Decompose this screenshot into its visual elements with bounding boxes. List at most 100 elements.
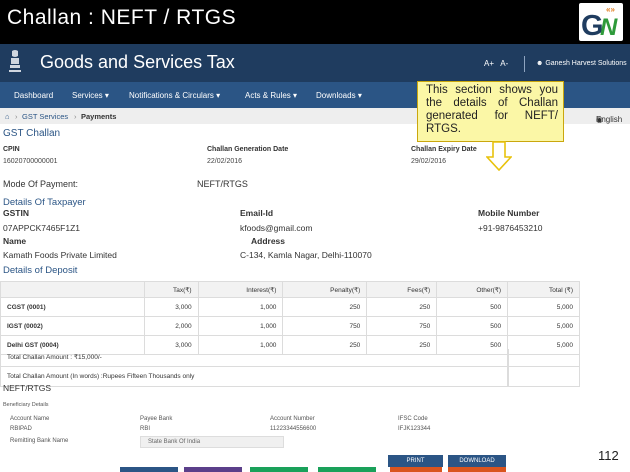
home-icon[interactable]: ⌂ [5, 112, 10, 121]
caret-down-icon: ▾ [293, 91, 298, 100]
deposit-heading: Details of Deposit [3, 265, 78, 276]
table-cell: 2,000 [143, 316, 199, 336]
site-header: Goods and Services Tax A+ A- ☻ Ganesh Ha… [0, 44, 630, 82]
table-cell: CGST (0001) [0, 297, 145, 317]
table-cell: 5,000 [507, 316, 580, 336]
gsn-logo: G N «» [579, 3, 623, 41]
nav-dashboard[interactable]: Dashboard [14, 91, 53, 100]
caret-down-icon: ▾ [104, 91, 109, 100]
payee-bank-value: RBI [140, 426, 151, 432]
challan-expiry-date-value: 29/02/2016 [411, 158, 447, 165]
account-number-label: Account Number [270, 416, 315, 422]
ifsc-code-label: IFSC Code [398, 416, 428, 422]
table-cell: 5,000 [507, 297, 580, 317]
column-header: Fees(₹) [366, 281, 438, 298]
beneficiary-details-heading: Beneficiary Details [3, 402, 49, 408]
footer-button[interactable] [390, 467, 442, 472]
account-number-value: 11223344556600 [270, 426, 317, 432]
font-increase-button[interactable]: A+ [484, 59, 494, 68]
nav-notifications[interactable]: Notifications & Circulars ▾ [129, 91, 220, 100]
name-label: Name [3, 236, 27, 246]
user-icon: ☻ [536, 60, 544, 67]
footer-button[interactable] [120, 467, 178, 472]
header-divider [524, 56, 525, 72]
slide: Challan : NEFT / RTGS G N «» Goods and S… [0, 0, 630, 472]
table-cell: IGST (0002) [0, 316, 145, 336]
table-header-row: Tax(₹) Interest(₹) Penalty(₹) Fees(₹) Ot… [0, 281, 580, 298]
deposit-table: Tax(₹) Interest(₹) Penalty(₹) Fees(₹) Ot… [0, 281, 580, 355]
nav-services[interactable]: Services ▾ [72, 91, 109, 100]
challan-generation-date-label: Challan Generation Date [207, 146, 289, 153]
breadcrumb-separator: › [74, 112, 77, 121]
total-challan-amount: Total Challan Amount : ₹15,000/- [7, 354, 102, 361]
table-cell: 1,000 [197, 297, 284, 317]
gstin-value: 07APPCK7465F1Z1 [3, 223, 81, 233]
slide-title: Challan : NEFT / RTGS [7, 6, 237, 29]
name-value: Kamath Foods Private Limited [3, 250, 117, 260]
challan-generation-date-value: 22/02/2016 [207, 158, 243, 165]
slide-title-bar: Challan : NEFT / RTGS G N «» [0, 0, 630, 44]
download-button[interactable]: DOWNLOAD [448, 455, 506, 467]
neft-rtgs-heading: NEFT/RTGS [3, 383, 52, 393]
breadcrumb-gst-services[interactable]: GST Services [22, 112, 68, 121]
svg-text:«»: «» [606, 5, 615, 14]
table-cell: 500 [436, 297, 509, 317]
email-value: kfoods@gmail.com [240, 223, 313, 233]
table-cell: 250 [366, 297, 438, 317]
footer-button[interactable] [448, 467, 506, 472]
remitting-bank-field[interactable]: State Bank Of India [140, 436, 284, 448]
table-row: IGST (0002) 2,000 1,000 750 750 500 5,00… [0, 316, 580, 336]
email-label: Email-Id [240, 208, 274, 218]
footer-button[interactable] [184, 467, 242, 472]
address-label: Address [251, 236, 286, 246]
page-number: 112 [598, 448, 619, 463]
table-cell: 750 [366, 316, 438, 336]
total-amount-cell [508, 349, 580, 367]
column-header: Tax(₹) [143, 281, 199, 298]
mode-of-payment-label: Mode Of Payment: [3, 179, 79, 189]
cpin-label: CPIN [3, 146, 20, 153]
ifsc-code-value: IFJK123344 [398, 426, 431, 432]
site-title: Goods and Services Tax [40, 52, 235, 72]
table-row: CGST (0001) 3,000 1,000 250 250 500 5,00… [0, 297, 580, 317]
caret-down-icon: ▾ [357, 91, 362, 100]
table-cell: 1,000 [197, 316, 284, 336]
gst-challan-heading: GST Challan [3, 128, 61, 139]
mobile-value: +91-9876453210 [478, 223, 543, 233]
nav-downloads[interactable]: Downloads ▾ [316, 91, 362, 100]
column-header: Penalty(₹) [282, 281, 368, 298]
cpin-value: 16020700000001 [3, 158, 58, 165]
gstin-label: GSTIN [3, 208, 29, 218]
challan-expiry-date-label: Challan Expiry Date [411, 146, 477, 153]
user-menu[interactable]: ☻ Ganesh Harvest Solutions ⌄ [536, 59, 630, 67]
nav-acts-rules[interactable]: Acts & Rules ▾ [245, 91, 297, 100]
address-value: C-134, Kamla Nagar, Delhi-110070 [240, 250, 372, 260]
font-size-controls: A+ A- [484, 59, 508, 68]
column-header: Total (₹) [507, 281, 580, 298]
footer-button[interactable] [250, 467, 308, 472]
footer-button[interactable] [318, 467, 376, 472]
font-decrease-button[interactable]: A- [500, 59, 508, 68]
callout-text: This section shows you the details of Ch… [426, 84, 558, 135]
column-header [0, 281, 145, 298]
table-cell: 250 [282, 297, 368, 317]
mode-of-payment-value: NEFT/RTGS [197, 179, 248, 189]
table-cell: 750 [282, 316, 368, 336]
column-header: Other(₹) [436, 281, 509, 298]
svg-text:N: N [600, 14, 618, 41]
column-header: Interest(₹) [197, 281, 284, 298]
table-cell: 500 [436, 316, 509, 336]
national-emblem-icon [9, 50, 21, 72]
account-name-value: RBIPAD [10, 426, 32, 432]
print-button[interactable]: PRINT [388, 455, 443, 467]
caret-down-icon: ▾ [216, 91, 221, 100]
down-arrow-icon [486, 141, 512, 171]
breadcrumb-separator: › [15, 112, 18, 121]
total-challan-amount-words: Total Challan Amount (In words) :Rupees … [7, 373, 195, 380]
payee-bank-label: Payee Bank [140, 416, 173, 422]
breadcrumb-payments: Payments [81, 112, 117, 121]
account-name-label: Account Name [10, 416, 50, 422]
table-cell: 3,000 [143, 297, 199, 317]
callout-box: This section shows you the details of Ch… [417, 81, 564, 142]
remitting-bank-label: Remitting Bank Name [10, 438, 69, 444]
